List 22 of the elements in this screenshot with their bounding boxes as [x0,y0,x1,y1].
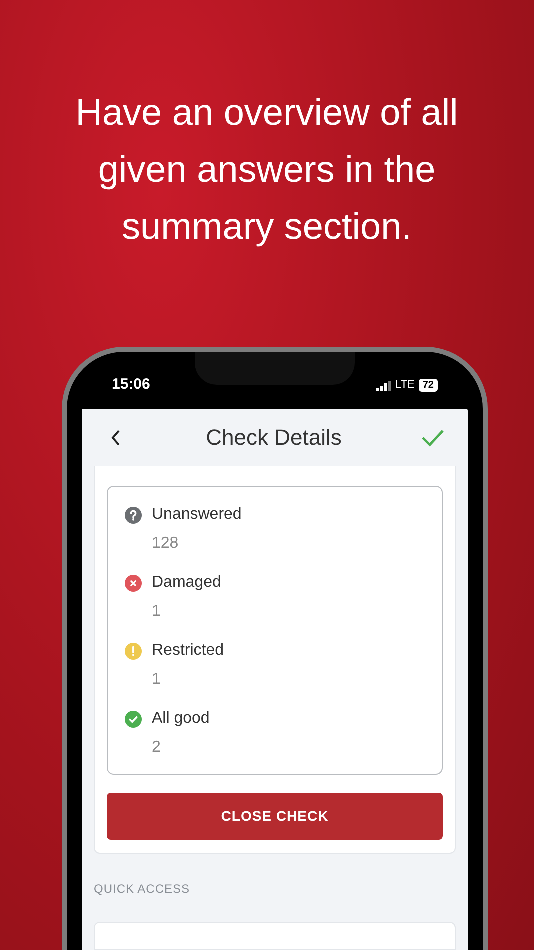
close-check-button[interactable]: CLOSE CHECK [107,793,443,840]
battery-indicator: 72 [418,379,438,392]
check-icon [421,428,445,446]
status-label: Damaged [152,573,222,593]
status-label: Unanswered [152,505,242,525]
check-circle-icon [125,710,142,728]
status-count: 128 [152,534,180,554]
status-time: 15:06 [112,375,150,396]
headline: Have an overview of all given answers in the summary section. [74,91,460,249]
signal-icon [376,380,392,390]
back-icon [110,428,122,446]
question-icon [125,506,142,524]
status-count: 2 [152,738,162,758]
status-count: 1 [152,602,162,622]
screen-title: Check Details [206,424,342,452]
status-label: All good [152,709,210,729]
section-label: QUICK ACCESS [94,881,192,898]
cross-icon [125,574,142,592]
network-label: LTE [396,378,415,394]
status-count: 1 [152,670,162,690]
status-label: Restricted [152,641,224,661]
exclamation-icon [125,642,142,660]
